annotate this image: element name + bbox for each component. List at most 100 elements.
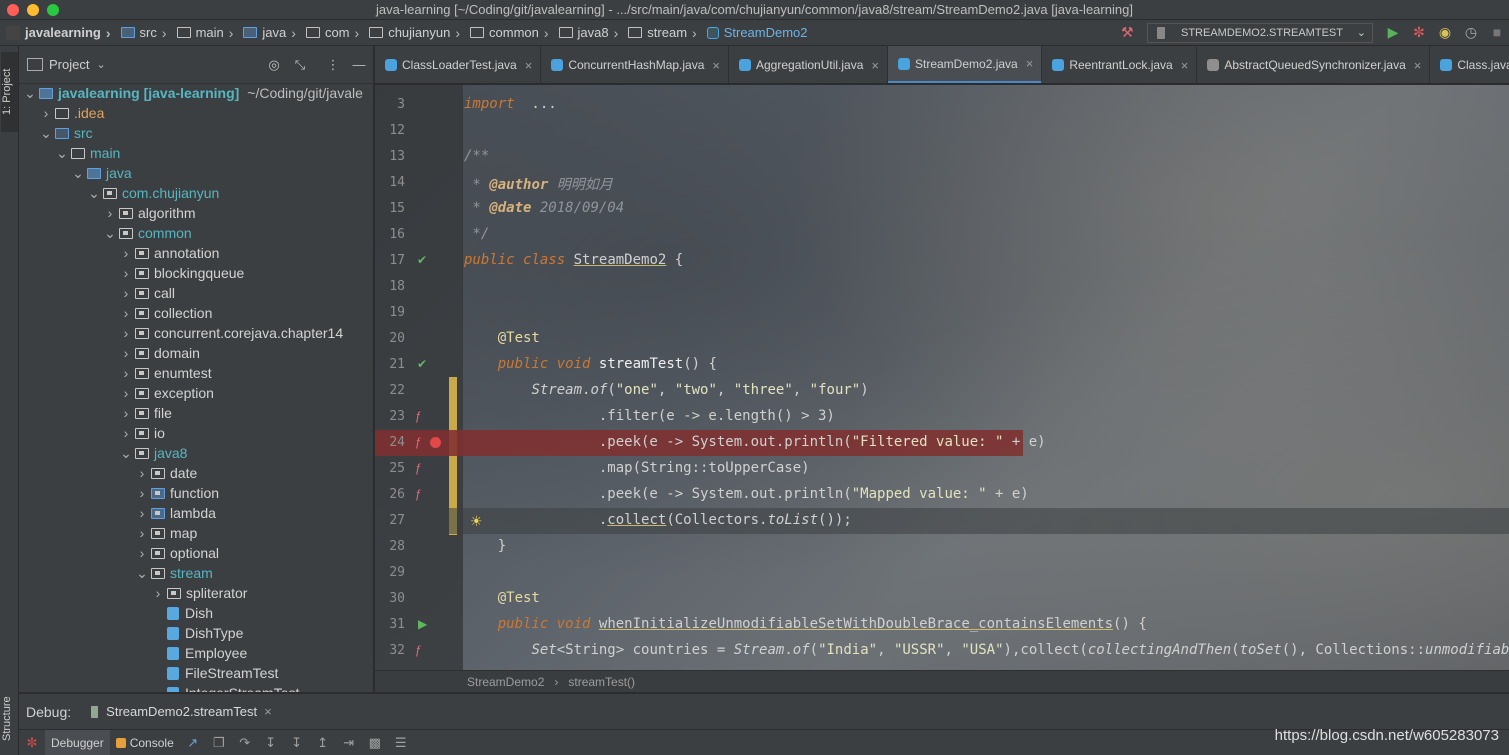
- breakpoint-icon[interactable]: [430, 437, 441, 448]
- tree-item[interactable]: › file: [19, 403, 172, 423]
- chevron-right-icon[interactable]: ›: [135, 545, 149, 561]
- code-line[interactable]: 23 ƒ .filter(e -> e.length() > 3): [375, 404, 1509, 430]
- stop-icon[interactable]: ■: [1489, 24, 1505, 40]
- nav-crumb[interactable]: java8 ›: [558, 25, 626, 41]
- nav-crumb[interactable]: stream ›: [628, 25, 703, 41]
- test-passed-icon[interactable]: ✔: [417, 253, 427, 267]
- line-number[interactable]: 3: [375, 97, 405, 112]
- close-icon[interactable]: ×: [1026, 56, 1034, 71]
- line-number[interactable]: 22: [375, 383, 405, 398]
- tree-item[interactable]: › lambda: [19, 503, 216, 523]
- collapse-all-icon[interactable]: ⤡: [292, 57, 308, 73]
- chevron-right-icon[interactable]: ›: [135, 485, 149, 501]
- chevron-right-icon[interactable]: ›: [119, 245, 133, 261]
- debug-bug-icon[interactable]: ✼: [1411, 24, 1427, 40]
- close-icon[interactable]: ×: [871, 58, 879, 73]
- tree-item[interactable]: Dish: [19, 603, 213, 623]
- close-icon[interactable]: ×: [525, 58, 533, 73]
- editor-tab[interactable]: ReentrantLock.java ×: [1042, 46, 1198, 83]
- run-to-cursor-icon[interactable]: ⇥: [336, 735, 362, 751]
- chevron-right-icon[interactable]: ›: [119, 305, 133, 321]
- code-line[interactable]: 16 */: [375, 222, 1509, 248]
- code-line[interactable]: 13 /**: [375, 144, 1509, 170]
- line-number[interactable]: 31: [375, 617, 405, 632]
- tree-item[interactable]: › algorithm: [19, 203, 196, 223]
- line-number[interactable]: 26: [375, 487, 405, 502]
- editor-tab[interactable]: AggregationUtil.java ×: [729, 46, 888, 83]
- editor-tab[interactable]: StreamDemo2.java ×: [888, 46, 1043, 83]
- tree-item[interactable]: ⌄ com.chujianyun: [19, 183, 219, 203]
- project-panel-title[interactable]: Project: [49, 57, 89, 72]
- code-line[interactable]: 27 ☀ .collect(Collectors.toList());: [375, 508, 1509, 534]
- line-number[interactable]: 21: [375, 357, 405, 372]
- show-execution-point-icon[interactable]: ↗: [180, 735, 206, 751]
- nav-crumb[interactable]: main ›: [176, 25, 241, 41]
- nav-crumb[interactable]: common ›: [470, 25, 556, 41]
- force-step-into-icon[interactable]: ↧: [284, 735, 310, 751]
- tree-item[interactable]: › .idea: [19, 103, 105, 123]
- line-number[interactable]: 24: [375, 435, 405, 450]
- chevron-down-icon[interactable]: ⌄: [87, 185, 101, 202]
- line-number[interactable]: 16: [375, 227, 405, 242]
- code-line[interactable]: 25 ƒ .map(String::toUpperCase): [375, 456, 1509, 482]
- debug-session-tab[interactable]: StreamDemo2.streamTest ×: [91, 704, 272, 719]
- editor-tab[interactable]: Class.java×: [1430, 46, 1509, 83]
- chevron-right-icon[interactable]: ›: [119, 345, 133, 361]
- tree-item[interactable]: › blockingqueue: [19, 263, 245, 283]
- evaluate-expression-icon[interactable]: ▩: [362, 735, 388, 751]
- trace-stream-icon[interactable]: ☰: [388, 735, 414, 751]
- line-number[interactable]: 13: [375, 149, 405, 164]
- chevron-right-icon[interactable]: ›: [135, 525, 149, 541]
- nav-crumb[interactable]: javalearning ›: [6, 25, 118, 41]
- line-number[interactable]: 29: [375, 565, 405, 580]
- chevron-down-icon[interactable]: ⌄: [96, 58, 105, 71]
- structure-tool-tab[interactable]: Structure: [1, 686, 18, 752]
- run-test-icon[interactable]: ▶: [418, 617, 427, 631]
- test-passed-icon[interactable]: ✔: [417, 357, 427, 371]
- line-number[interactable]: 19: [375, 305, 405, 320]
- nav-crumb[interactable]: chujianyun ›: [369, 25, 467, 41]
- tree-item[interactable]: › domain: [19, 343, 200, 363]
- project-tool-tab[interactable]: 1: Project: [1, 52, 18, 132]
- rerun-icon[interactable]: ✼: [19, 735, 45, 751]
- chevron-down-icon[interactable]: ⌄: [39, 125, 53, 142]
- code-line[interactable]: 18: [375, 274, 1509, 300]
- editor-tab[interactable]: AbstractQueuedSynchronizer.java ×: [1197, 46, 1431, 83]
- tree-item[interactable]: › optional: [19, 543, 219, 563]
- line-number[interactable]: 23: [375, 409, 405, 424]
- chevron-down-icon[interactable]: ⌄: [135, 565, 149, 582]
- code-line[interactable]: 19: [375, 300, 1509, 326]
- tree-item[interactable]: › spliterator: [19, 583, 248, 603]
- line-number[interactable]: 17: [375, 253, 405, 268]
- code-line[interactable]: 26 ƒ .peek(e -> System.out.println("Mappe…: [375, 482, 1509, 508]
- tree-item[interactable]: › function: [19, 483, 219, 503]
- code-line[interactable]: 29: [375, 560, 1509, 586]
- code-line[interactable]: 20 @Test: [375, 326, 1509, 352]
- tree-item[interactable]: › collection: [19, 303, 213, 323]
- code-line[interactable]: 22 Stream.of("one", "two", "three", "fou…: [375, 378, 1509, 404]
- code-line[interactable]: 28 }: [375, 534, 1509, 560]
- tree-item[interactable]: › call: [19, 283, 175, 303]
- tree-item[interactable]: ⌄ java: [19, 163, 132, 183]
- tree-item[interactable]: ⌄ main: [19, 143, 120, 163]
- chevron-down-icon[interactable]: ⌄: [23, 85, 37, 102]
- step-over-icon[interactable]: ↷: [232, 735, 258, 751]
- tree-item[interactable]: IntegerStreamTest: [19, 683, 299, 692]
- line-number[interactable]: 27: [375, 513, 405, 528]
- tree-item[interactable]: › enumtest: [19, 363, 212, 383]
- nav-crumb[interactable]: StreamDemo2: [706, 25, 808, 40]
- nav-crumb[interactable]: src ›: [120, 25, 174, 41]
- hide-panel-icon[interactable]: —: [351, 57, 367, 73]
- profile-icon[interactable]: ◷: [1463, 24, 1479, 40]
- line-number[interactable]: 25: [375, 461, 405, 476]
- tree-item[interactable]: FileStreamTest: [19, 663, 278, 683]
- chevron-down-icon[interactable]: ⌄: [119, 445, 133, 462]
- chevron-right-icon[interactable]: ›: [39, 105, 53, 121]
- line-number[interactable]: 14: [375, 175, 405, 190]
- step-into-icon[interactable]: ↧: [258, 735, 284, 751]
- tree-item[interactable]: ⌄ stream: [19, 563, 213, 583]
- chevron-down-icon[interactable]: ⌄: [71, 165, 85, 182]
- lambda-icon[interactable]: ƒ: [415, 461, 422, 475]
- chevron-right-icon[interactable]: ›: [135, 465, 149, 481]
- nav-crumb[interactable]: com ›: [305, 25, 366, 41]
